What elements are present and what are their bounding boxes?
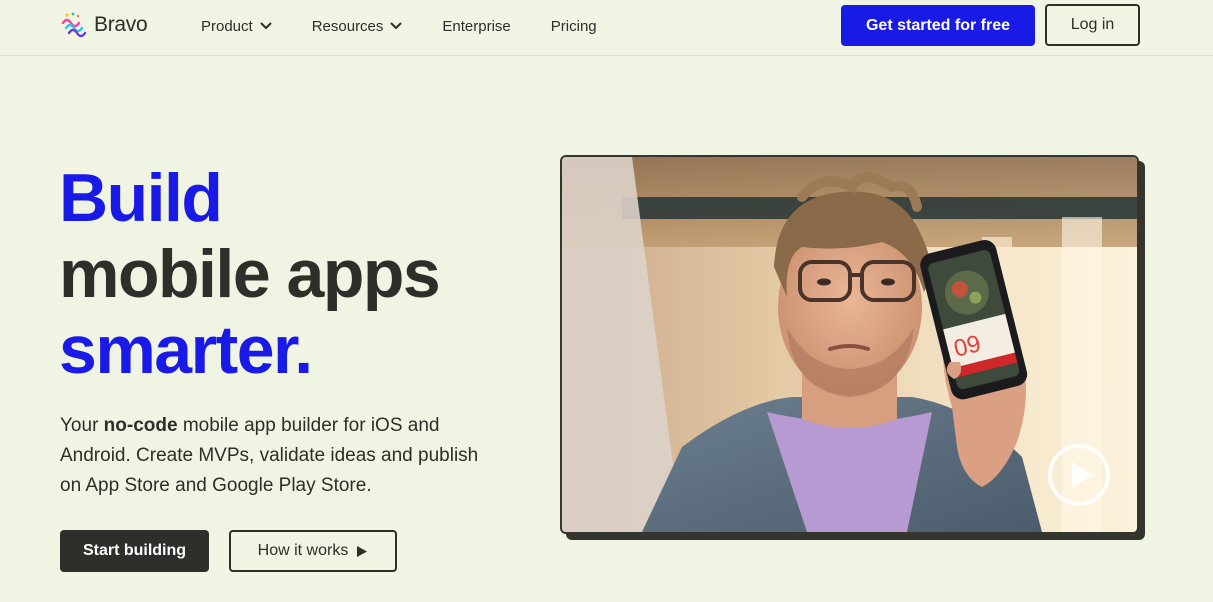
nav-item-label: Resources [311,17,384,35]
headline-line-build: Build [59,160,223,236]
subtitle-prefix: Your [60,415,104,436]
subtitle-emphasis: no-code [103,415,178,436]
brand-logo[interactable]: Bravo [60,10,148,40]
nav-item-label: Enterprise [442,17,511,35]
nav-item-product[interactable]: Product [201,18,272,35]
nav-item-label: Product [201,17,253,35]
nav-item-resources[interactable]: Resources [312,18,403,35]
hero-subtitle: Your no-code mobile app builder for iOS … [60,411,480,501]
how-it-works-button[interactable]: How it works [229,530,397,572]
play-icon [357,545,368,557]
nav-item-label: Pricing [550,17,597,35]
bravo-logo-icon [61,12,87,38]
nav-item-enterprise[interactable]: Enterprise [442,18,510,35]
brand-name: Bravo [94,13,148,36]
how-it-works-label: How it works [257,542,349,559]
hero-video[interactable]: 09 [560,155,1139,534]
headline-line-mobile-apps: mobile apps [59,236,441,312]
nav-item-pricing[interactable]: Pricing [551,18,597,35]
headline-line-smarter: smarter. [59,312,313,388]
main-nav: Product Resources Enterprise Pricing [201,0,637,52]
start-building-button[interactable]: Start building [60,530,209,572]
chevron-down-icon [390,22,402,29]
site-header: Bravo Product Resources Enterprise Prici… [0,0,1213,56]
login-button[interactable]: Log in [1045,4,1140,46]
play-circle-icon[interactable] [1047,443,1111,507]
get-started-button[interactable]: Get started for free [841,5,1035,46]
chevron-down-icon [260,22,272,29]
hero-headline: Build mobile apps smarter. [59,160,441,388]
